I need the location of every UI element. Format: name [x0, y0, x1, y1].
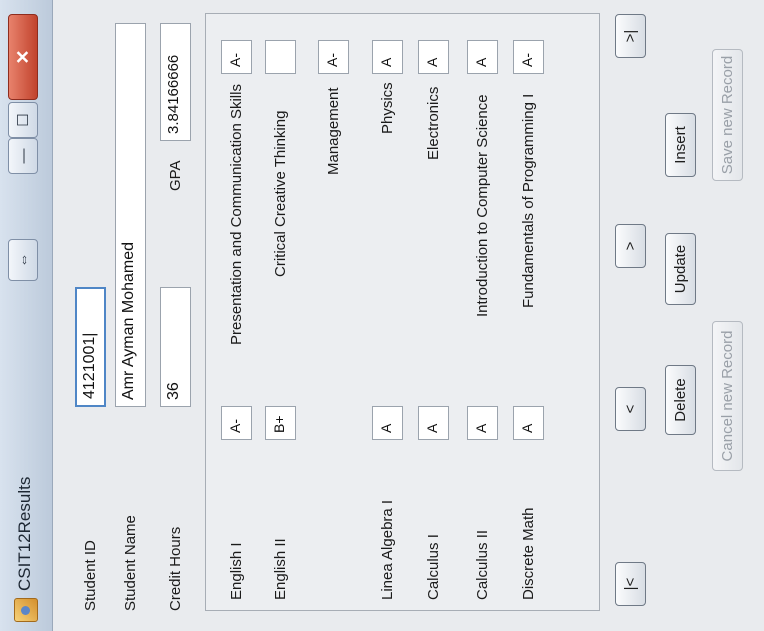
course-grade-field[interactable]: A — [372, 40, 403, 74]
restore-arrows-button[interactable]: ⇔ — [8, 239, 38, 281]
student-id-field[interactable]: 4121001| — [75, 287, 106, 407]
gpa-label: GPA — [167, 160, 184, 191]
course-grade-field[interactable]: A — [513, 406, 544, 440]
course-label: Presentation and Communication Skills — [228, 84, 245, 345]
course-grade-field[interactable]: A- — [513, 40, 544, 74]
course-label: Physics — [379, 82, 396, 134]
insert-button[interactable]: Insert — [665, 113, 696, 177]
course-label: English I — [228, 542, 245, 600]
close-button[interactable]: ✕ — [8, 14, 38, 100]
course-grade-field[interactable]: A — [467, 406, 498, 440]
delete-button[interactable]: Delete — [665, 365, 696, 435]
title-bar[interactable]: CSIT12Results ⇔ — ☐ ✕ — [0, 0, 53, 631]
window-title: CSIT12Results — [15, 476, 34, 591]
course-grade-field[interactable]: B+ — [265, 406, 296, 440]
course-grade-field[interactable]: A- — [221, 406, 252, 440]
course-label: Introduction to Computer Science — [474, 94, 491, 317]
next-record-button[interactable]: > — [615, 224, 646, 268]
course-grade-field[interactable]: A — [418, 40, 449, 74]
course-grade-field[interactable]: A — [467, 40, 498, 74]
course-label: Management — [325, 87, 342, 175]
course-label: Discrete Math — [520, 507, 537, 600]
course-label: Electronics — [425, 86, 442, 160]
course-grade-field[interactable]: A- — [318, 40, 349, 74]
course-label: Critical Creative Thinking — [272, 110, 289, 277]
first-record-button[interactable]: |< — [615, 562, 646, 606]
course-label: Calculus II — [474, 529, 491, 600]
last-record-button[interactable]: >| — [615, 14, 646, 58]
save-new-record-button[interactable]: Save new Record — [712, 49, 743, 181]
student-name-label: Student Name — [122, 515, 139, 611]
courses-panel: English I A- English II B+ Linea Algebra… — [205, 13, 600, 611]
minimize-button[interactable]: — — [8, 138, 38, 174]
course-label: Linea Algebra I — [379, 499, 396, 600]
course-label: Fundamentals of Programming I — [520, 93, 537, 308]
credit-hours-field[interactable]: 36 — [160, 287, 191, 407]
course-grade-field[interactable] — [265, 40, 296, 74]
cancel-new-record-button[interactable]: Cancel new Record — [712, 321, 743, 471]
course-grade-field[interactable]: A — [418, 406, 449, 440]
course-label: English II — [272, 538, 289, 600]
java-app-icon — [14, 598, 38, 622]
course-label: Calculus I — [425, 534, 442, 600]
credit-hours-label: Credit Hours — [167, 526, 184, 611]
student-id-label: Student ID — [82, 540, 99, 611]
course-grade-field[interactable]: A — [372, 406, 403, 440]
app-window: CSIT12Results ⇔ — ☐ ✕ Student ID 4121001… — [0, 0, 764, 631]
update-button[interactable]: Update — [665, 233, 696, 305]
maximize-button[interactable]: ☐ — [8, 102, 38, 138]
previous-record-button[interactable]: < — [615, 387, 646, 431]
course-grade-field[interactable]: A- — [221, 40, 252, 74]
student-name-field[interactable]: Amr Ayman Mohamed — [115, 23, 146, 407]
gpa-field[interactable]: 3.84166666 — [160, 23, 191, 141]
